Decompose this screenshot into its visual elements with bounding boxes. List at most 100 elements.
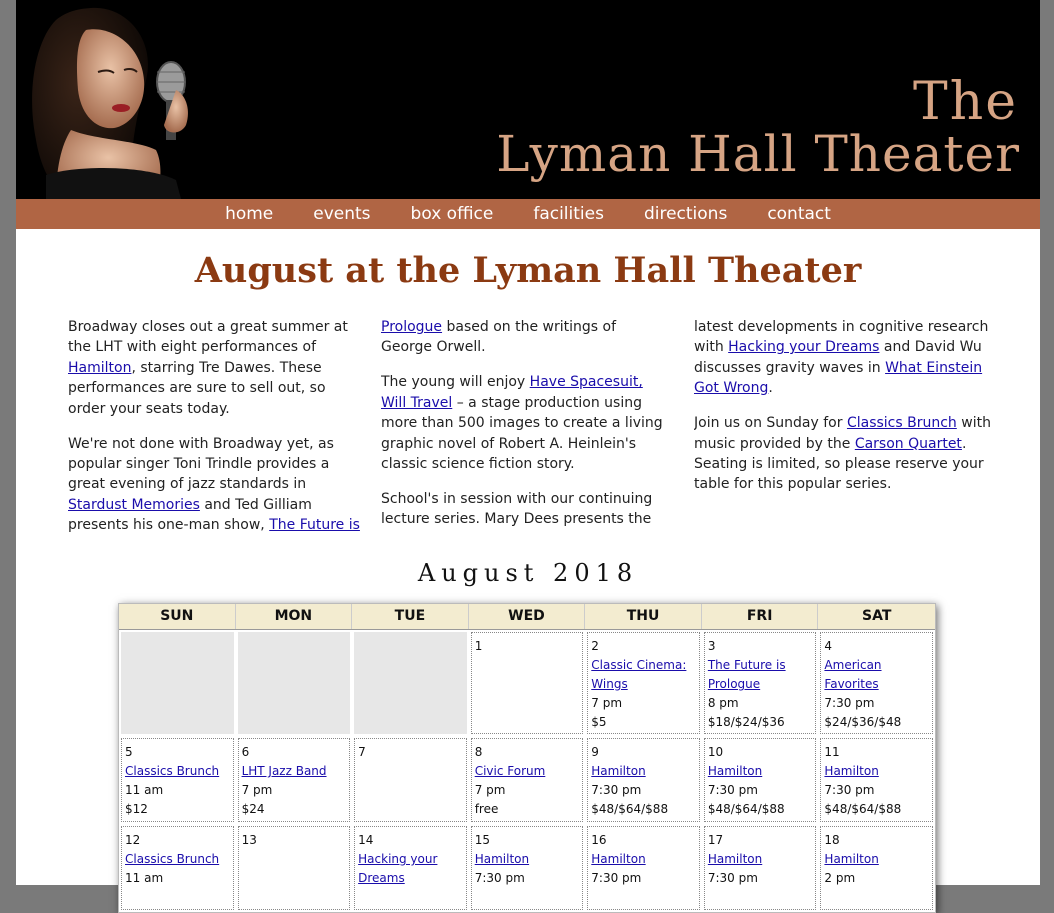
event-link[interactable]: Classics Brunch bbox=[125, 762, 230, 781]
day-number: 6 bbox=[241, 745, 250, 759]
event-link[interactable]: Civic Forum bbox=[475, 762, 580, 781]
nav-box-office[interactable]: box office bbox=[411, 204, 494, 224]
event-link[interactable]: Classic Cinema: Wings bbox=[591, 656, 696, 694]
day-number: 10 bbox=[707, 745, 724, 759]
page: The Lyman Hall Theater home events box o… bbox=[16, 0, 1040, 913]
calendar-day-cell: 11 Hamilton 7:30 pm $48/$64/$88 bbox=[820, 738, 933, 822]
day-number: 2 bbox=[591, 639, 599, 653]
event-link[interactable]: Classics Brunch bbox=[125, 850, 230, 869]
day-number: 5 bbox=[125, 745, 133, 759]
nav-events[interactable]: events bbox=[313, 204, 370, 224]
calendar-body: 1 2 Classic Cinema: Wings 7 pm $5 3 The Future… bbox=[119, 630, 935, 912]
event-link[interactable]: LHT Jazz Band bbox=[242, 762, 347, 781]
intro-paragraph: Join us on Sunday for Classics Brunch wi… bbox=[694, 413, 994, 495]
event-price: $48/$64/$88 bbox=[591, 802, 669, 816]
day-of-week: THU bbox=[585, 604, 702, 629]
nav-directions[interactable]: directions bbox=[644, 204, 727, 224]
calendar-day-cell: 15 Hamilton 7:30 pm bbox=[470, 826, 584, 910]
event-price: $18/$24/$36 bbox=[707, 715, 785, 729]
calendar-week-row: 5 Classics Brunch 11 am $12 6 LHT Jazz Band 7 … bbox=[119, 736, 935, 824]
link-carson-quartet[interactable]: Carson Quartet bbox=[855, 436, 962, 452]
calendar-week-row: 12 Classics Brunch 11 am 13 14 Hacking your D… bbox=[119, 824, 935, 912]
day-number: 1 bbox=[474, 639, 483, 653]
calendar-day-cell: 6 LHT Jazz Band 7 pm $24 bbox=[237, 738, 351, 822]
text: The young will enjoy bbox=[381, 374, 530, 391]
event-link[interactable]: Hacking your Dreams bbox=[358, 850, 463, 888]
nav-contact[interactable]: contact bbox=[767, 204, 831, 224]
calendar-empty-cell bbox=[354, 632, 467, 734]
link-future-is-prologue[interactable]: The Future is bbox=[269, 517, 360, 533]
event-link[interactable]: The Future is Prologue bbox=[708, 656, 813, 694]
event-link[interactable]: Hamilton bbox=[824, 850, 929, 869]
event-time: 7:30 pm bbox=[824, 696, 875, 710]
event-link[interactable]: Hamilton bbox=[591, 762, 696, 781]
day-number: 7 bbox=[358, 745, 366, 759]
calendar-day-cell: 5 Classics Brunch 11 am $12 bbox=[121, 738, 234, 822]
intro-paragraph: We're not done with Broadway yet, as pop… bbox=[68, 434, 363, 536]
event-price: $24 bbox=[241, 802, 265, 816]
day-number: 13 bbox=[241, 833, 257, 847]
nav-home[interactable]: home bbox=[225, 204, 273, 224]
event-time: 7:30 pm bbox=[824, 783, 875, 797]
calendar-week-row: 1 2 Classic Cinema: Wings 7 pm $5 3 The Future… bbox=[119, 630, 935, 736]
nav-facilities[interactable]: facilities bbox=[533, 204, 604, 224]
event-price: $48/$64/$88 bbox=[824, 802, 902, 816]
intro-column-3: latest developments in cognitive researc… bbox=[694, 317, 994, 517]
event-link[interactable]: Hamilton bbox=[708, 850, 813, 869]
day-number: 17 bbox=[707, 833, 724, 847]
calendar-day-cell: 4 American Favorites 7:30 pm $24/$36/$48 bbox=[820, 632, 933, 734]
event-time: 7 pm bbox=[474, 783, 506, 797]
event-price: $12 bbox=[125, 802, 148, 816]
text: Join us on Sunday for bbox=[694, 415, 847, 432]
calendar-empty-cell bbox=[121, 632, 234, 734]
calendar-day-cell: 8 Civic Forum 7 pm free bbox=[470, 738, 584, 822]
event-time: 2 pm bbox=[824, 871, 856, 885]
intro-column-1: Broadway closes out a great summer at th… bbox=[68, 317, 363, 539]
day-of-week: FRI bbox=[702, 604, 819, 629]
calendar-day-cell: 2 Classic Cinema: Wings 7 pm $5 bbox=[587, 632, 700, 734]
event-link[interactable]: Hamilton bbox=[475, 850, 580, 869]
link-stardust-memories[interactable]: Stardust Memories bbox=[68, 497, 200, 513]
calendar-heading: August 2018 bbox=[417, 559, 639, 587]
event-time: 7:30 pm bbox=[707, 783, 758, 797]
intro-paragraph: Prologue based on the writings of George… bbox=[381, 317, 671, 358]
theater-title-name: Lyman Hall Theater bbox=[496, 125, 1020, 183]
event-link[interactable]: Hamilton bbox=[824, 762, 929, 781]
intro-paragraph: The young will enjoy Have Spacesuit, Wil… bbox=[381, 372, 671, 474]
event-time: 7 pm bbox=[241, 783, 273, 797]
day-number: 11 bbox=[824, 745, 840, 759]
calendar-day-cell: 18 Hamilton 2 pm bbox=[820, 826, 933, 910]
event-link[interactable]: Hamilton bbox=[708, 762, 813, 781]
event-time: 7:30 pm bbox=[591, 871, 642, 885]
link-hamilton[interactable]: Hamilton bbox=[68, 360, 131, 376]
day-of-week: SUN bbox=[119, 604, 236, 629]
day-number: 4 bbox=[824, 639, 833, 653]
calendar-day-cell: 7 bbox=[354, 738, 467, 822]
intro-paragraph: latest developments in cognitive researc… bbox=[694, 317, 994, 399]
day-number: 14 bbox=[358, 833, 374, 847]
event-time: 7 pm bbox=[591, 696, 623, 710]
day-of-week: TUE bbox=[352, 604, 469, 629]
event-time: 7:30 pm bbox=[707, 871, 758, 885]
event-calendar: SUN MON TUE WED THU FRI SAT 1 2 Classic Ci… bbox=[118, 603, 936, 913]
calendar-day-cell: 17 Hamilton 7:30 pm bbox=[703, 826, 817, 910]
masthead-banner: The Lyman Hall Theater bbox=[16, 0, 1040, 199]
link-classics-brunch[interactable]: Classics Brunch bbox=[847, 415, 957, 431]
calendar-day-cell: 9 Hamilton 7:30 pm $48/$64/$88 bbox=[587, 738, 700, 822]
link-hacking-your-dreams[interactable]: Hacking your Dreams bbox=[728, 339, 879, 355]
day-number: 3 bbox=[707, 639, 716, 653]
event-time: 11 am bbox=[125, 783, 164, 797]
link-future-is-prologue-cont[interactable]: Prologue bbox=[381, 319, 442, 335]
event-link[interactable]: American Favorites bbox=[824, 656, 929, 694]
event-time: 7:30 pm bbox=[474, 871, 525, 885]
event-link[interactable]: Hamilton bbox=[591, 850, 696, 869]
event-time: 8 pm bbox=[707, 696, 739, 710]
event-price: free bbox=[474, 802, 499, 816]
calendar-empty-cell bbox=[237, 632, 351, 734]
day-of-week: WED bbox=[469, 604, 586, 629]
day-number: 18 bbox=[824, 833, 840, 847]
event-price: $5 bbox=[591, 715, 607, 729]
day-of-week: MON bbox=[236, 604, 353, 629]
intro-paragraph: Broadway closes out a great summer at th… bbox=[68, 317, 363, 419]
main-nav: home events box office facilities direct… bbox=[16, 199, 1040, 229]
